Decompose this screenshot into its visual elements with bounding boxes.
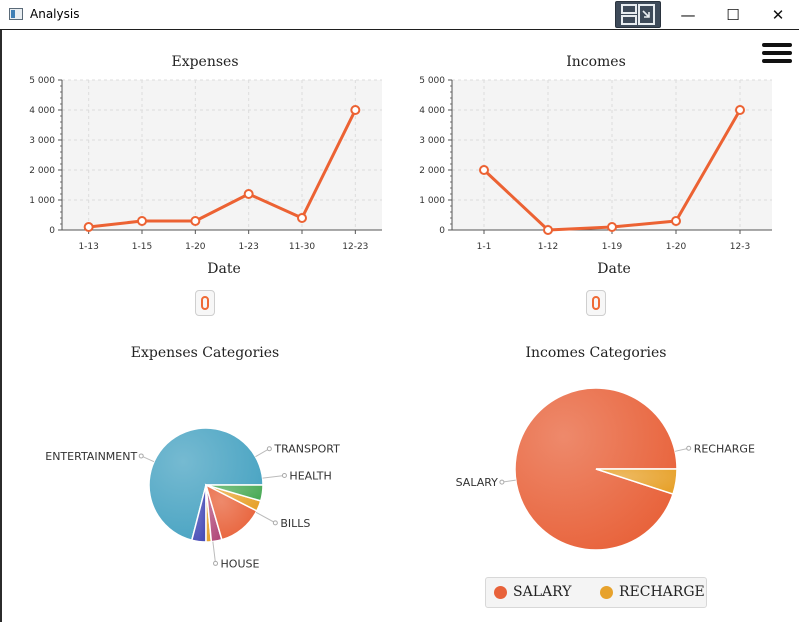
incomes-x-tick-label: 1-1 — [477, 242, 492, 252]
expenses-y-tick-label: 0 — [49, 226, 55, 236]
incomes-y-tick-label: 2 000 — [419, 166, 445, 176]
incomes-loading-spinner-icon — [586, 290, 606, 316]
snap-layout-icon[interactable] — [615, 1, 661, 28]
incomes-slice-label: RECHARGE — [694, 442, 755, 455]
incomes-x-tick-label: 1-12 — [538, 242, 558, 252]
incomes-pie-legend: SALARY RECHARGE — [485, 577, 707, 608]
expenses-label-leader — [262, 475, 285, 479]
recharge-legend-swatch — [600, 585, 613, 599]
expenses-data-point — [190, 216, 201, 226]
close-button[interactable]: ✕ — [755, 0, 799, 29]
incomes-data-point — [607, 222, 617, 232]
minimize-button[interactable]: — — [665, 0, 711, 29]
incomes-y-tick-label: 1 000 — [419, 196, 445, 206]
incomes-y-tick-label: 4 000 — [419, 106, 445, 116]
expenses-x-tick-label: 1-13 — [78, 242, 98, 252]
expenses-y-tick-label: 5 000 — [29, 76, 55, 86]
legend-item-recharge: RECHARGE — [600, 584, 705, 600]
legend-label-recharge: RECHARGE — [619, 584, 705, 600]
incomes-chart-title: Incomes — [566, 54, 626, 70]
expenses-slice-label: HOUSE — [221, 557, 260, 570]
incomes-y-tick-label: 0 — [439, 226, 445, 236]
expenses-loading-spinner-icon — [195, 290, 215, 316]
expenses-data-point — [243, 189, 254, 199]
expenses-y-tick-label: 4 000 — [29, 106, 55, 116]
expenses-pie-title: Expenses Categories — [131, 345, 279, 361]
salary-legend-swatch — [494, 585, 507, 599]
expenses-data-point — [297, 213, 307, 223]
expenses-slice-label: TRANSPORT — [273, 443, 340, 456]
incomes-slice-label: SALARY — [456, 476, 499, 489]
maximize-button[interactable]: ☐ — [710, 0, 756, 29]
expenses-x-axis-label: Date — [207, 261, 240, 277]
expenses-slice-label: BILLS — [280, 517, 310, 530]
incomes-x-tick-label: 12-3 — [730, 242, 750, 252]
window-titlebar: Analysis — ☐ ✕ — [0, 0, 799, 30]
incomes-data-point — [735, 105, 745, 115]
expenses-chart-title: Expenses — [171, 54, 238, 70]
window-left-border — [0, 30, 2, 622]
expenses-y-tick-label: 2 000 — [29, 166, 55, 176]
incomes-x-tick-label: 1-20 — [666, 242, 687, 252]
expenses-y-tick-label: 3 000 — [29, 136, 55, 146]
incomes-data-point — [671, 216, 681, 226]
app-window-icon — [9, 8, 23, 20]
expenses-data-point — [350, 105, 361, 115]
incomes-line-chart: Incomes Date 0 1 000 2 000 3 000 4 000 5 000 1… — [419, 54, 772, 277]
incomes-label-dot — [686, 445, 692, 451]
window-title: Analysis — [30, 7, 80, 21]
incomes-x-tick-label: 1-19 — [602, 242, 623, 252]
expenses-data-point — [137, 216, 147, 226]
expenses-x-tick-label: 1-23 — [238, 242, 258, 252]
expenses-slice-label: ENTERTAINMENT — [45, 450, 137, 463]
incomes-data-point — [479, 165, 489, 175]
incomes-y-tick-label: 5 000 — [419, 76, 445, 86]
incomes-data-point — [543, 225, 553, 235]
expenses-line-chart: Expenses Date 0 1 000 2 000 3 000 4 000 5 000… — [29, 54, 382, 277]
expenses-label-leader — [212, 541, 217, 564]
incomes-pie-title: Incomes Categories — [525, 345, 666, 361]
expenses-data-point — [83, 222, 94, 232]
legend-item-salary: SALARY — [494, 584, 571, 600]
incomes-x-axis-label: Date — [597, 261, 630, 277]
expenses-x-tick-label: 12-23 — [342, 242, 368, 252]
incomes-categories-pie-chart: Incomes Categories SALARY RECHARGE — [456, 345, 755, 551]
expenses-slice-label: HEALTH — [289, 470, 331, 483]
expenses-x-tick-label: 1-15 — [132, 242, 152, 252]
incomes-y-tick-label: 3 000 — [419, 136, 445, 146]
expenses-label-dot — [272, 520, 278, 526]
expenses-label-dot — [138, 453, 144, 459]
expenses-label-dot — [213, 560, 219, 566]
expenses-label-dot — [281, 473, 287, 479]
expenses-x-tick-label: 11-30 — [289, 242, 315, 252]
expenses-y-tick-label: 1 000 — [29, 196, 55, 206]
legend-label-salary: SALARY — [513, 584, 572, 600]
incomes-label-dot — [499, 479, 505, 485]
expenses-label-dot — [266, 446, 272, 452]
expenses-x-tick-label: 1-20 — [185, 242, 206, 252]
expenses-categories-pie-chart: Expenses Categories ENTERTAINMENT TRANSPO… — [45, 345, 340, 570]
expenses-label-leader — [255, 511, 276, 524]
